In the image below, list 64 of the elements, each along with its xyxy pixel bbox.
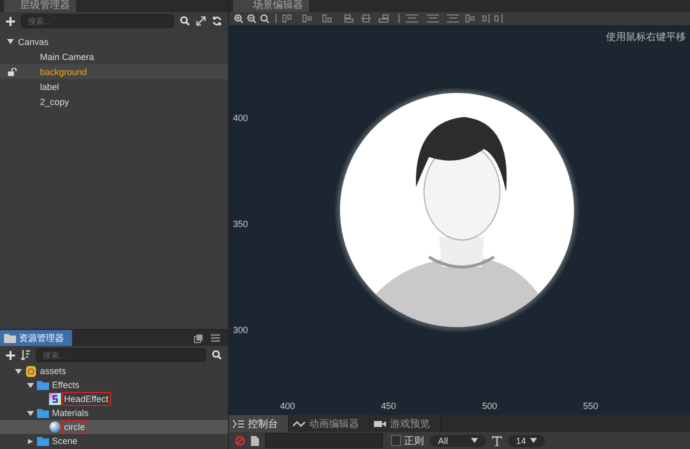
add-icon[interactable] bbox=[6, 16, 15, 26]
asset-item[interactable]: HeadEffect bbox=[64, 394, 110, 404]
ruler-label: 400 bbox=[233, 113, 248, 123]
caret-icon bbox=[530, 438, 538, 443]
ruler-label: 350 bbox=[233, 219, 248, 229]
asset-item[interactable]: assets bbox=[40, 366, 66, 376]
expand-arrow-icon[interactable] bbox=[15, 368, 22, 374]
folder-icon bbox=[37, 436, 49, 446]
asset-item[interactable]: circle bbox=[64, 422, 86, 432]
lock-icon[interactable] bbox=[8, 68, 17, 76]
search-field[interactable]: 搜索... bbox=[21, 14, 174, 28]
panel-tab[interactable]: 控制台 bbox=[229, 415, 289, 432]
sphere-icon bbox=[49, 421, 61, 433]
folder-icon bbox=[37, 408, 49, 418]
align-toolbar-icon[interactable] bbox=[273, 14, 505, 23]
document-icon[interactable] bbox=[251, 436, 259, 446]
search-icon[interactable] bbox=[212, 350, 222, 360]
zigzag-icon bbox=[293, 420, 305, 428]
database-icon bbox=[25, 364, 37, 378]
tree-item[interactable]: 2_copy bbox=[40, 96, 70, 106]
clear-icon[interactable] bbox=[235, 436, 245, 446]
sort-icon[interactable] bbox=[21, 350, 30, 360]
zoom-in-icon[interactable] bbox=[234, 14, 243, 23]
ruler-label: 550 bbox=[583, 401, 598, 411]
panel-tab[interactable]: 资源管理器 bbox=[0, 330, 72, 346]
tree-item[interactable]: label bbox=[40, 82, 60, 92]
expand-arrow-icon[interactable] bbox=[7, 39, 14, 44]
font-size-dropdown[interactable]: 14 bbox=[508, 434, 546, 446]
panel-tab[interactable]: 场景编辑器 bbox=[233, 0, 309, 12]
font-size-icon bbox=[492, 436, 502, 446]
expand-arrow-icon[interactable] bbox=[27, 410, 34, 416]
zoom-reset-icon[interactable] bbox=[260, 14, 269, 23]
shader-file-icon bbox=[49, 393, 61, 405]
ruler-label: 500 bbox=[482, 401, 498, 411]
asset-item[interactable]: Scene bbox=[52, 436, 78, 446]
search-field[interactable]: 搜索... bbox=[36, 348, 206, 362]
camera-icon bbox=[374, 420, 386, 428]
ruler-label: 400 bbox=[280, 401, 296, 411]
console-icon bbox=[233, 420, 244, 428]
tree-item[interactable]: Canvas bbox=[18, 36, 49, 46]
hint-text: 使用鼠标右键平移 bbox=[606, 30, 686, 44]
filter-field[interactable] bbox=[265, 433, 383, 448]
level-dropdown[interactable]: All bbox=[430, 434, 486, 446]
asset-item[interactable]: Materials bbox=[52, 408, 89, 418]
collapse-icon[interactable] bbox=[196, 16, 206, 26]
tree-item[interactable]: background bbox=[40, 66, 88, 76]
asset-item[interactable]: Effects bbox=[52, 380, 80, 390]
tree-item[interactable]: Main Camera bbox=[40, 52, 94, 62]
window-icon[interactable] bbox=[194, 334, 203, 342]
caret-icon bbox=[471, 438, 478, 443]
expand-arrow-icon[interactable] bbox=[27, 382, 34, 388]
menu-icon[interactable] bbox=[211, 334, 220, 342]
ruler-label: 300 bbox=[233, 325, 248, 335]
add-icon[interactable] bbox=[6, 350, 15, 360]
panel-tab[interactable]: 层级管理器 bbox=[4, 0, 76, 12]
folder-icon bbox=[37, 380, 49, 390]
refresh-icon[interactable] bbox=[212, 16, 222, 26]
expand-arrow-icon[interactable] bbox=[27, 438, 34, 444]
folder-icon bbox=[4, 334, 16, 342]
checkbox[interactable] bbox=[391, 435, 401, 446]
search-icon[interactable] bbox=[180, 16, 190, 26]
checkbox-label: 正则 bbox=[404, 434, 424, 448]
ruler-label: 450 bbox=[381, 401, 396, 411]
zoom-out-icon[interactable] bbox=[247, 14, 256, 23]
